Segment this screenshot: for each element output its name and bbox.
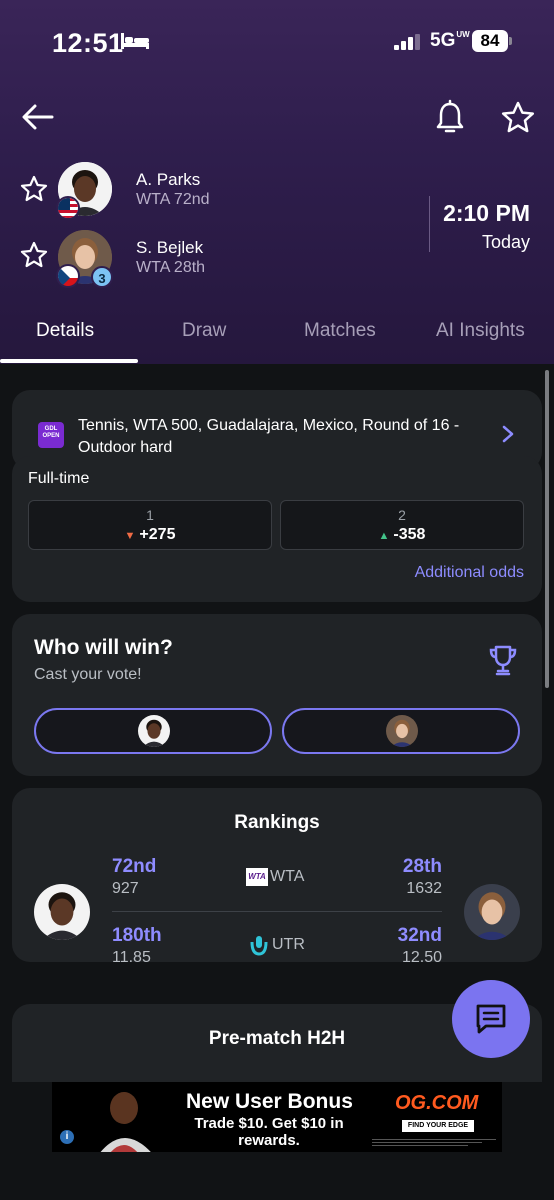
czech-flag-icon <box>56 264 80 288</box>
player-row-2[interactable]: 3 S. Bejlek WTA 28th <box>0 228 420 292</box>
tab-bar: Details Draw Matches AI Insights <box>0 314 554 364</box>
utr-rank-player-2: 32nd <box>397 925 442 946</box>
rankings-card: Rankings 72nd 927 WTA WTA 28th 1632 180th… <box>12 788 542 966</box>
tournament-logo: GDL OPEN <box>38 422 64 448</box>
chat-icon <box>476 1004 506 1034</box>
ad-subline: Trade $10. Get $10 in rewards. <box>194 1115 344 1149</box>
vote-player-1-button[interactable] <box>34 708 272 754</box>
tab-draw[interactable]: Draw <box>182 320 226 342</box>
wta-source: WTA WTA <box>246 868 304 886</box>
vote-subtitle: Cast your vote! <box>34 666 142 683</box>
header-divider <box>429 196 430 252</box>
tournament-info: Tennis, WTA 500, Guadalajara, Mexico, Ro… <box>78 417 460 456</box>
player-1-avatar <box>138 715 170 747</box>
wta-points-player-2: 1632 <box>406 880 442 897</box>
vote-title: Who will win? <box>34 636 173 659</box>
scrollbar[interactable] <box>545 370 549 688</box>
star-icon[interactable] <box>18 174 50 206</box>
chat-button[interactable] <box>452 980 530 1058</box>
odds-down-icon: ▼ <box>124 530 136 542</box>
ad-banner[interactable]: New User Bonus Trade $10. Get $10 in rew… <box>52 1082 502 1152</box>
player-1-name: A. Parks <box>136 170 201 189</box>
rankings-divider <box>112 911 442 912</box>
utr-rank-player-1: 180th <box>112 925 162 946</box>
usa-flag-icon <box>56 196 80 220</box>
tab-details[interactable]: Details <box>36 320 94 342</box>
match-start-day: Today <box>481 232 530 252</box>
tab-ai-insights[interactable]: AI Insights <box>436 320 525 342</box>
star-icon[interactable] <box>498 98 538 138</box>
player-2-avatar <box>386 715 418 747</box>
ad-cta-button[interactable]: FIND YOUR EDGE <box>402 1120 474 1132</box>
bell-icon[interactable] <box>432 98 468 138</box>
ad-brand: OG.COM <box>395 1092 479 1114</box>
cell-signal-icon <box>394 34 420 50</box>
utr-logo-icon <box>250 936 268 956</box>
utr-source: UTR <box>248 934 305 956</box>
star-icon[interactable] <box>18 240 50 272</box>
additional-odds-link[interactable]: Additional odds <box>415 564 524 582</box>
utr-points-player-2: 12.50 <box>401 949 442 966</box>
odds-option-2[interactable]: 2 ▲ -358 <box>280 500 524 550</box>
odds-option-2-number: 2 <box>398 507 406 523</box>
odds-option-1-number: 1 <box>146 507 154 523</box>
ad-headline: New User Bonus <box>186 1090 353 1113</box>
rankings-title: Rankings <box>234 812 320 833</box>
odds-option-1[interactable]: 1 ▼ +275 <box>28 500 272 550</box>
player-1-avatar <box>34 884 90 940</box>
sleep-bed-icon <box>121 33 149 49</box>
ad-fine-print <box>372 1139 496 1146</box>
ad-area: New User Bonus Trade $10. Get $10 in rew… <box>0 1082 554 1200</box>
odds-option-2-value: ▲ -358 <box>378 526 426 543</box>
player-2-ranking: WTA 28th <box>136 259 206 276</box>
seed-badge: 3 <box>91 266 113 288</box>
battery-tip <box>509 37 512 45</box>
vote-player-2-button[interactable] <box>282 708 520 754</box>
player-1-ranking: WTA 72nd <box>136 191 210 208</box>
match-start-time: 2:10 PM <box>443 200 530 226</box>
odds-up-icon: ▲ <box>378 530 390 542</box>
chevron-right-icon <box>502 425 514 443</box>
tab-matches[interactable]: Matches <box>304 320 376 342</box>
vote-card: Who will win? Cast your vote! <box>12 614 542 776</box>
odds-card: Full-time 1 ▼ +275 2 ▲ -358 Additional odd… <box>12 456 542 602</box>
status-time: 12:51 <box>52 28 124 58</box>
match-header: 12:51 5GUW 84 A. Parks WTA 72nd 3 S. Bej… <box>0 0 554 364</box>
player-2-avatar <box>464 884 520 940</box>
active-tab-indicator <box>0 359 138 363</box>
info-icon[interactable]: i <box>60 1130 74 1144</box>
odds-option-1-value: ▼ +275 <box>124 526 176 543</box>
wta-rank-player-1: 72nd <box>112 856 157 877</box>
status-bar: 12:51 5GUW 84 <box>0 0 554 80</box>
wta-points-player-1: 927 <box>112 880 139 897</box>
wta-rank-player-2: 28th <box>402 856 442 877</box>
back-arrow-icon[interactable] <box>18 98 58 138</box>
battery-level: 84 <box>472 30 508 52</box>
trophy-icon[interactable] <box>488 644 518 678</box>
wta-logo-icon: WTA <box>246 868 268 886</box>
odds-label: Full-time <box>28 470 90 487</box>
utr-points-player-1: 11.85 <box>112 949 151 966</box>
player-row-1[interactable]: A. Parks WTA 72nd <box>0 162 420 226</box>
ad-athlete-image <box>100 1092 151 1152</box>
network-type: 5GUW <box>430 30 470 51</box>
player-2-name: S. Bejlek <box>136 238 204 257</box>
details-content[interactable]: GDL OPEN Tennis, WTA 500, Guadalajara, M… <box>0 364 554 1082</box>
